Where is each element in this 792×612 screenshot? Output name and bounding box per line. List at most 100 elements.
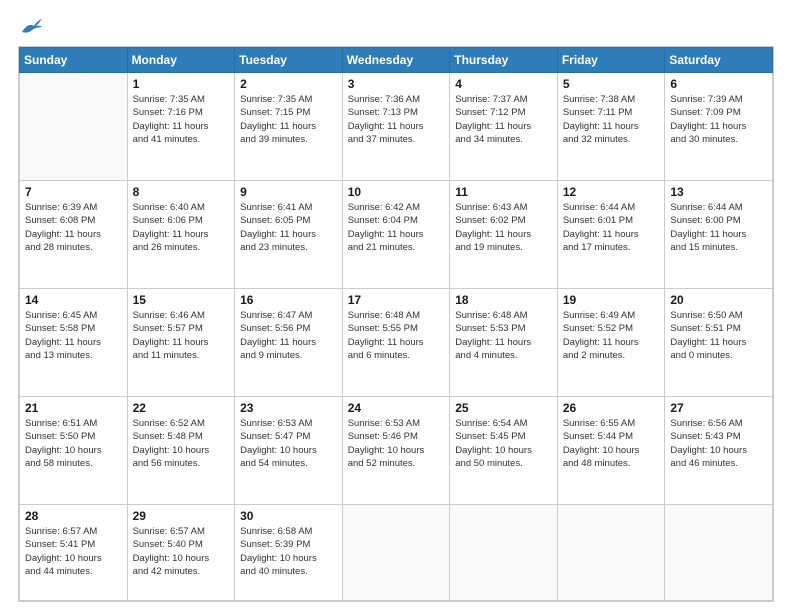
day-info: Sunrise: 6:49 AMSunset: 5:52 PMDaylight:… xyxy=(563,309,660,362)
header xyxy=(18,18,774,36)
day-number: 1 xyxy=(133,77,230,91)
day-header-thursday: Thursday xyxy=(450,48,558,73)
calendar-cell: 13 Sunrise: 6:44 AMSunset: 6:00 PMDayligh… xyxy=(665,181,773,289)
day-number: 27 xyxy=(670,401,767,415)
page: SundayMondayTuesdayWednesdayThursdayFrid… xyxy=(0,0,792,612)
calendar-cell: 21 Sunrise: 6:51 AMSunset: 5:50 PMDayligh… xyxy=(20,397,128,505)
calendar-cell xyxy=(342,505,450,601)
calendar-cell: 15 Sunrise: 6:46 AMSunset: 5:57 PMDayligh… xyxy=(127,289,235,397)
day-number: 3 xyxy=(348,77,445,91)
calendar-cell: 3 Sunrise: 7:36 AMSunset: 7:13 PMDaylight… xyxy=(342,73,450,181)
calendar-cell: 11 Sunrise: 6:43 AMSunset: 6:02 PMDayligh… xyxy=(450,181,558,289)
day-number: 8 xyxy=(133,185,230,199)
day-info: Sunrise: 7:35 AMSunset: 7:15 PMDaylight:… xyxy=(240,93,337,146)
day-number: 26 xyxy=(563,401,660,415)
calendar-cell: 2 Sunrise: 7:35 AMSunset: 7:15 PMDaylight… xyxy=(235,73,343,181)
day-number: 2 xyxy=(240,77,337,91)
day-number: 19 xyxy=(563,293,660,307)
calendar-cell xyxy=(665,505,773,601)
calendar-week-row: 14 Sunrise: 6:45 AMSunset: 5:58 PMDayligh… xyxy=(20,289,773,397)
day-header-wednesday: Wednesday xyxy=(342,48,450,73)
day-number: 6 xyxy=(670,77,767,91)
day-info: Sunrise: 6:44 AMSunset: 6:01 PMDaylight:… xyxy=(563,201,660,254)
calendar-cell xyxy=(20,73,128,181)
day-number: 11 xyxy=(455,185,552,199)
day-number: 12 xyxy=(563,185,660,199)
day-number: 14 xyxy=(25,293,122,307)
calendar-cell: 19 Sunrise: 6:49 AMSunset: 5:52 PMDayligh… xyxy=(557,289,665,397)
calendar-cell: 8Sunrise: 6:40 AMSunset: 6:06 PMDaylight… xyxy=(127,181,235,289)
calendar-cell: 17 Sunrise: 6:48 AMSunset: 5:55 PMDayligh… xyxy=(342,289,450,397)
day-info: Sunrise: 6:53 AMSunset: 5:46 PMDaylight:… xyxy=(348,417,445,470)
logo-bird-icon xyxy=(20,18,42,36)
day-number: 13 xyxy=(670,185,767,199)
day-info: Sunrise: 6:48 AMSunset: 5:53 PMDaylight:… xyxy=(455,309,552,362)
day-info: Sunrise: 6:48 AMSunset: 5:55 PMDaylight:… xyxy=(348,309,445,362)
day-number: 30 xyxy=(240,509,337,523)
calendar-cell: 1 Sunrise: 7:35 AMSunset: 7:16 PMDaylight… xyxy=(127,73,235,181)
calendar-week-row: 1 Sunrise: 7:35 AMSunset: 7:16 PMDaylight… xyxy=(20,73,773,181)
calendar-cell: 27 Sunrise: 6:56 AMSunset: 5:43 PMDayligh… xyxy=(665,397,773,505)
calendar-cell: 6 Sunrise: 7:39 AMSunset: 7:09 PMDaylight… xyxy=(665,73,773,181)
calendar-week-row: 7 Sunrise: 6:39 AMSunset: 6:08 PMDaylight… xyxy=(20,181,773,289)
day-info: Sunrise: 6:42 AMSunset: 6:04 PMDaylight:… xyxy=(348,201,445,254)
calendar-cell: 18 Sunrise: 6:48 AMSunset: 5:53 PMDayligh… xyxy=(450,289,558,397)
day-info: Sunrise: 7:36 AMSunset: 7:13 PMDaylight:… xyxy=(348,93,445,146)
calendar-cell: 4 Sunrise: 7:37 AMSunset: 7:12 PMDaylight… xyxy=(450,73,558,181)
day-number: 16 xyxy=(240,293,337,307)
day-number: 21 xyxy=(25,401,122,415)
day-number: 9 xyxy=(240,185,337,199)
day-number: 7 xyxy=(25,185,122,199)
day-info: Sunrise: 6:57 AMSunset: 5:41 PMDaylight:… xyxy=(25,525,122,578)
day-info: Sunrise: 6:46 AMSunset: 5:57 PMDaylight:… xyxy=(133,309,230,362)
calendar-cell: 26Sunrise: 6:55 AMSunset: 5:44 PMDayligh… xyxy=(557,397,665,505)
calendar-cell: 24 Sunrise: 6:53 AMSunset: 5:46 PMDayligh… xyxy=(342,397,450,505)
day-number: 25 xyxy=(455,401,552,415)
calendar-cell xyxy=(450,505,558,601)
calendar-cell: 12 Sunrise: 6:44 AMSunset: 6:01 PMDayligh… xyxy=(557,181,665,289)
day-number: 4 xyxy=(455,77,552,91)
calendar-cell: 20 Sunrise: 6:50 AMSunset: 5:51 PMDayligh… xyxy=(665,289,773,397)
day-info: Sunrise: 7:39 AMSunset: 7:09 PMDaylight:… xyxy=(670,93,767,146)
day-number: 5 xyxy=(563,77,660,91)
day-header-monday: Monday xyxy=(127,48,235,73)
day-info: Sunrise: 6:43 AMSunset: 6:02 PMDaylight:… xyxy=(455,201,552,254)
day-info: Sunrise: 6:54 AMSunset: 5:45 PMDaylight:… xyxy=(455,417,552,470)
day-number: 17 xyxy=(348,293,445,307)
day-header-tuesday: Tuesday xyxy=(235,48,343,73)
day-number: 15 xyxy=(133,293,230,307)
day-info: Sunrise: 6:57 AMSunset: 5:40 PMDaylight:… xyxy=(133,525,230,578)
day-info: Sunrise: 6:44 AMSunset: 6:00 PMDaylight:… xyxy=(670,201,767,254)
day-info: Sunrise: 6:56 AMSunset: 5:43 PMDaylight:… xyxy=(670,417,767,470)
calendar-cell: 9Sunrise: 6:41 AMSunset: 6:05 PMDaylight… xyxy=(235,181,343,289)
day-info: Sunrise: 7:37 AMSunset: 7:12 PMDaylight:… xyxy=(455,93,552,146)
calendar-cell: 23Sunrise: 6:53 AMSunset: 5:47 PMDayligh… xyxy=(235,397,343,505)
calendar-cell xyxy=(557,505,665,601)
day-number: 24 xyxy=(348,401,445,415)
day-info: Sunrise: 6:50 AMSunset: 5:51 PMDaylight:… xyxy=(670,309,767,362)
day-info: Sunrise: 6:52 AMSunset: 5:48 PMDaylight:… xyxy=(133,417,230,470)
calendar-cell: 7 Sunrise: 6:39 AMSunset: 6:08 PMDaylight… xyxy=(20,181,128,289)
day-number: 29 xyxy=(133,509,230,523)
calendar-cell: 10 Sunrise: 6:42 AMSunset: 6:04 PMDayligh… xyxy=(342,181,450,289)
calendar-cell: 5Sunrise: 7:38 AMSunset: 7:11 PMDaylight… xyxy=(557,73,665,181)
calendar-week-row: 28Sunrise: 6:57 AMSunset: 5:41 PMDayligh… xyxy=(20,505,773,601)
day-header-friday: Friday xyxy=(557,48,665,73)
day-number: 20 xyxy=(670,293,767,307)
day-info: Sunrise: 6:45 AMSunset: 5:58 PMDaylight:… xyxy=(25,309,122,362)
day-number: 22 xyxy=(133,401,230,415)
day-info: Sunrise: 7:35 AMSunset: 7:16 PMDaylight:… xyxy=(133,93,230,146)
calendar-cell: 29 Sunrise: 6:57 AMSunset: 5:40 PMDayligh… xyxy=(127,505,235,601)
day-number: 10 xyxy=(348,185,445,199)
day-header-saturday: Saturday xyxy=(665,48,773,73)
calendar-cell: 25 Sunrise: 6:54 AMSunset: 5:45 PMDayligh… xyxy=(450,397,558,505)
day-number: 18 xyxy=(455,293,552,307)
day-header-sunday: Sunday xyxy=(20,48,128,73)
day-info: Sunrise: 6:39 AMSunset: 6:08 PMDaylight:… xyxy=(25,201,122,254)
calendar-cell: 30Sunrise: 6:58 AMSunset: 5:39 PMDayligh… xyxy=(235,505,343,601)
calendar-cell: 14 Sunrise: 6:45 AMSunset: 5:58 PMDayligh… xyxy=(20,289,128,397)
calendar-header-row: SundayMondayTuesdayWednesdayThursdayFrid… xyxy=(20,48,773,73)
day-info: Sunrise: 6:51 AMSunset: 5:50 PMDaylight:… xyxy=(25,417,122,470)
calendar: SundayMondayTuesdayWednesdayThursdayFrid… xyxy=(18,46,774,602)
logo xyxy=(18,18,42,36)
